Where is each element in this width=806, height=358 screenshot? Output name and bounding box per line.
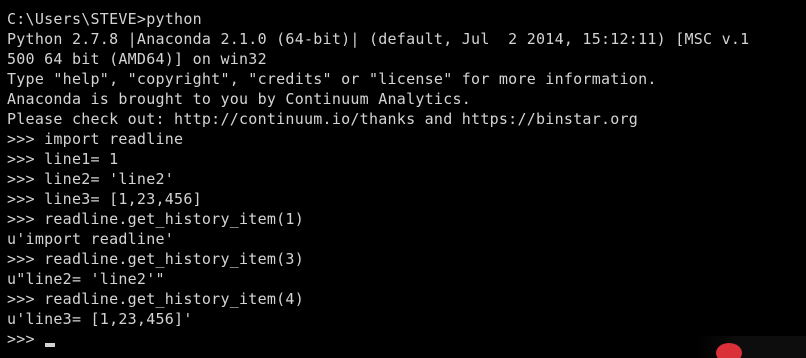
console-line: Type "help", "copyright", "credits" or "…: [7, 70, 657, 88]
console-output: C:\Users\STEVE>python Python 2.7.8 |Anac…: [7, 9, 806, 349]
console-line: u"line2= 'line2'": [7, 270, 165, 288]
console-line: >>> line1= 1: [7, 150, 119, 168]
console-line: >>> import readline: [7, 130, 184, 148]
console-line: C:\Users\STEVE>python: [7, 10, 202, 28]
input-line[interactable]: >>>: [7, 329, 806, 349]
console-line: u'import readline': [7, 230, 175, 248]
console-line: Anaconda is brought to you by Continuum …: [7, 90, 472, 108]
watermark-logo-icon: [716, 343, 742, 358]
console-line: >>> line3= [1,23,456]: [7, 190, 202, 208]
console-line: u'line3= [1,23,456]': [7, 310, 193, 328]
prompt: >>>: [7, 330, 45, 348]
console-line: >>> readline.get_history_item(1): [7, 210, 304, 228]
console-line: >>> readline.get_history_item(3): [7, 250, 304, 268]
console-line: Please check out: http://continuum.io/th…: [7, 110, 639, 128]
text-cursor: [45, 343, 56, 347]
console-line: Python 2.7.8 |Anaconda 2.1.0 (64-bit)| (…: [7, 30, 750, 48]
watermark-overlay: [696, 336, 806, 358]
console-window[interactable]: C:\Users\STEVE>python Python 2.7.8 |Anac…: [0, 0, 806, 358]
console-line: >>> line2= 'line2': [7, 170, 175, 188]
console-line: >>> readline.get_history_item(4): [7, 290, 304, 308]
console-line: 500 64 bit (AMD64)] on win32: [7, 50, 267, 68]
